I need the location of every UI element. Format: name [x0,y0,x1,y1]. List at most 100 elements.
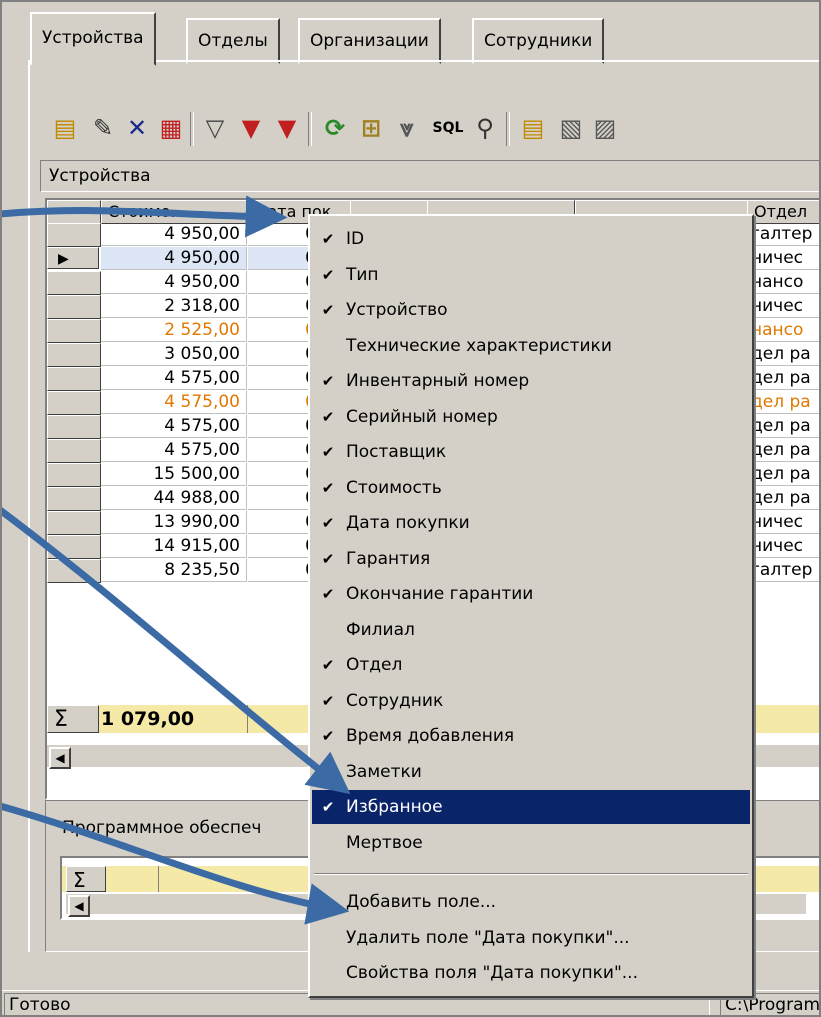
menu-item-column[interactable]: Филиал [312,613,750,647]
row-indicator[interactable] [47,223,101,247]
tab-organizations[interactable]: Организации [298,18,441,64]
checkmark-icon: ✔ [321,691,335,710]
menu-item-column[interactable]: ✔ Устройство [312,293,750,327]
cell-department[interactable]: дел ра [747,463,821,486]
tab-departments[interactable]: Отделы [186,18,280,64]
menu-item-column[interactable]: ✔ Избранное [312,790,750,824]
tree-icon[interactable]: ⊞ [356,108,386,148]
cell-cost[interactable]: 14 915,00 [101,535,247,558]
cell-cost[interactable]: 15 500,00 [101,463,247,486]
row-indicator[interactable] [47,559,101,583]
checkmark-icon: ✔ [321,585,335,603]
menu-item-column[interactable]: ✔ Тип [312,258,750,292]
cell-department[interactable]: дел ра [747,487,821,510]
menu-item-column[interactable]: ✔ Стоимость [312,471,750,505]
cell-cost[interactable]: 2 525,00 [101,319,247,342]
cell-department[interactable]: дел ра [747,343,821,366]
cell-cost[interactable]: 4 950,00 [101,247,247,270]
new-document-icon[interactable]: ▤ [518,108,548,148]
menu-item-column[interactable]: ✔ Окончание гарантии [312,577,750,611]
cell-cost[interactable]: 8 235,50 [101,559,247,582]
cell-department[interactable]: ничес [747,247,821,270]
row-indicator[interactable] [47,271,101,295]
row-indicator[interactable] [47,511,101,535]
cell-cost[interactable]: 2 318,00 [101,295,247,318]
cell-department[interactable]: ничес [747,535,821,558]
cell-department[interactable]: дел ра [747,367,821,390]
filter-settings-icon[interactable]: ⩔ [392,108,422,148]
cell-department[interactable]: ничес [747,511,821,534]
cell-department[interactable]: галтер [747,223,821,246]
properties-2-icon[interactable]: ▨ [590,108,620,148]
software-scroll-left-icon[interactable]: ◀ [68,895,90,917]
row-indicator[interactable] [47,439,101,463]
menu-item-column[interactable]: Технические характеристики [312,329,750,363]
scroll-left-icon[interactable]: ◀ [49,747,71,769]
remove-filter-icon[interactable]: ▼ [272,108,302,148]
cell-cost[interactable]: 4 950,00 [101,271,247,294]
row-indicator[interactable]: ▶ [47,247,99,269]
row-indicator[interactable] [47,391,101,415]
cell-cost[interactable]: 4 575,00 [101,367,247,390]
column-header-cost[interactable]: Стоимо... [101,200,247,224]
field-properties-menu-item[interactable]: Свойства поля "Дата покупки"... [312,956,750,990]
delete-rows-icon[interactable]: ▦ [156,108,186,148]
menu-item-column[interactable]: ✔ Серийный номер [312,400,750,434]
checkmark-icon: ✔ [321,372,335,390]
row-indicator[interactable] [47,343,101,367]
new-record-icon[interactable]: ▤ [50,108,80,148]
menu-item-column[interactable]: ✔ Гарантия [312,542,750,576]
cell-cost[interactable]: 44 988,00 [101,487,247,510]
delete-icon[interactable]: ✕ [122,108,152,148]
cell-cost[interactable]: 13 990,00 [101,511,247,534]
row-indicator[interactable] [47,463,101,487]
row-indicator[interactable] [47,415,101,439]
menu-item-column[interactable]: ✔ Поставщик [312,435,750,469]
cell-cost[interactable]: 3 050,00 [101,343,247,366]
cell-department[interactable]: дел ра [747,391,821,414]
clear-filter-icon[interactable]: ▼ [236,108,266,148]
refresh-icon[interactable]: ⟳ [320,108,350,148]
menu-item-label: Отдел [346,655,403,675]
menu-item-column[interactable]: Заметки [312,755,750,789]
remove-field-menu-item[interactable]: Удалить поле "Дата покупки"... [312,921,750,955]
row-indicator[interactable] [47,367,101,391]
row-indicator[interactable] [47,487,101,511]
edit-icon[interactable]: ✎ [88,108,118,148]
checkmark-icon: ✔ [321,798,335,816]
menu-item-column[interactable]: ✔ Сотрудник [312,684,750,718]
software-sum-icon: Σ [66,866,106,892]
cell-department[interactable]: дел ра [747,439,821,462]
cell-department[interactable]: галтер [747,559,821,582]
cell-cost[interactable]: 4 950,00 [101,223,247,246]
menu-item-column[interactable]: Мертвое [312,826,750,860]
menu-item-label: Окончание гарантии [346,584,534,604]
tab-devices[interactable]: Устройства [30,12,156,66]
menu-item-column[interactable]: ✔ ID [312,222,750,256]
row-indicator[interactable] [47,319,101,343]
menu-item-column[interactable]: ✔ Отдел [312,648,750,682]
tab-employees[interactable]: Сотрудники [472,18,605,64]
filter-icon[interactable]: ▽ [200,108,230,148]
menu-item-label: Инвентарный номер [346,371,530,391]
add-field-menu-item[interactable]: Добавить поле... [312,885,750,919]
row-indicator[interactable] [47,535,101,559]
menu-item-label: Мертвое [346,832,423,853]
cell-department[interactable]: ничес [747,295,821,318]
cell-cost[interactable]: 4 575,00 [101,439,247,462]
column-header-department[interactable]: Отдел [747,200,821,224]
row-indicator[interactable] [47,295,101,319]
cell-department[interactable]: нансо [747,271,821,294]
menu-item-column[interactable]: ✔ Дата покупки [312,506,750,540]
menu-item-column[interactable]: ✔ Инвентарный номер [312,364,750,398]
grid-corner [47,200,101,224]
cell-department[interactable]: нансо [747,319,821,342]
menu-item-column[interactable]: ✔ Время добавления [312,719,750,753]
sql-icon[interactable]: SQL [428,108,468,148]
menu-item-label: Гарантия [346,548,431,569]
cell-cost[interactable]: 4 575,00 [101,391,247,414]
cell-department[interactable]: дел ра [747,415,821,438]
search-icon[interactable]: ⚲ [470,108,500,148]
properties-icon[interactable]: ▧ [556,108,586,148]
cell-cost[interactable]: 4 575,00 [101,415,247,438]
